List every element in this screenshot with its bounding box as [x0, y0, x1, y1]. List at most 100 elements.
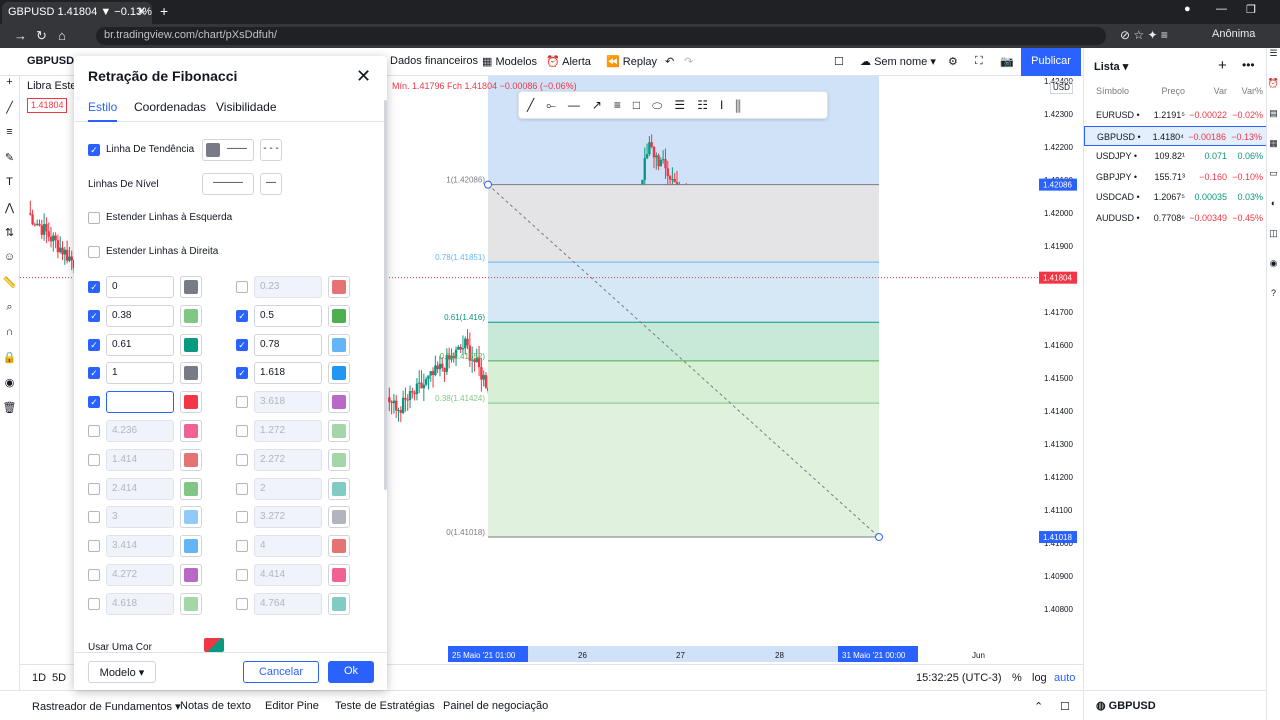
level-checkbox[interactable]	[236, 569, 248, 581]
streams-icon[interactable]: ◉	[1267, 258, 1280, 288]
level-checkbox[interactable]	[88, 569, 100, 581]
level-value-input[interactable]: 4.272	[106, 564, 174, 586]
level-value-input[interactable]: 0	[106, 276, 174, 298]
watchlist-row[interactable]: GBPJPY • 155.71³ −0.160 −0.10%	[1084, 167, 1267, 187]
zoom-icon[interactable]: ⌕	[0, 301, 19, 326]
level-color-swatch[interactable]	[328, 564, 350, 586]
new-tab-icon[interactable]: +	[160, 3, 168, 19]
dialog-scrollbar[interactable]	[384, 100, 387, 490]
forecast-icon[interactable]: ⇅	[0, 226, 19, 251]
hotlist-icon[interactable]: ▦	[1267, 138, 1280, 168]
text-icon[interactable]: I	[720, 98, 735, 112]
cancel-button[interactable]: Cancelar	[243, 661, 319, 683]
level-checkbox[interactable]	[88, 453, 100, 466]
maximize-panel-icon[interactable]: ☐	[1060, 700, 1070, 713]
level-checkbox[interactable]: ✓	[88, 281, 100, 293]
level-value-input[interactable]: 3.414	[106, 535, 174, 558]
forward-icon[interactable]: →	[14, 28, 27, 43]
tab-screener[interactable]: Rastreador de Fundamentos ▾	[32, 700, 181, 713]
level-checkbox[interactable]: ✓	[236, 309, 248, 322]
level-checkbox[interactable]	[88, 425, 100, 437]
add-symbol-icon[interactable]: +	[1218, 57, 1227, 74]
calendar-icon[interactable]: ▭	[1267, 168, 1280, 198]
alerts-icon[interactable]: ⏰	[1267, 78, 1280, 108]
redo-icon[interactable]: ↷	[684, 55, 693, 68]
percent-toggle[interactable]: %	[1012, 672, 1022, 684]
level-checkbox[interactable]: ✓	[88, 367, 100, 380]
level-color-swatch[interactable]	[180, 564, 202, 586]
watchlist-icon[interactable]: ☰	[1267, 48, 1280, 78]
level-color-swatch[interactable]	[328, 391, 350, 414]
data-window-icon[interactable]: ▤	[1267, 108, 1280, 138]
level-checkbox[interactable]: ✓	[88, 338, 100, 351]
watchlist-title[interactable]: Lista ▾	[1094, 60, 1128, 73]
crosshair-icon[interactable]: +	[0, 76, 19, 101]
level-color-swatch[interactable]	[180, 448, 202, 471]
level-value-input[interactable]: 0.61	[106, 333, 174, 356]
fib-channel-icon[interactable]: ☰	[674, 98, 697, 112]
level-color-swatch[interactable]	[328, 592, 350, 615]
level-value-input[interactable]: 4.414	[254, 564, 322, 586]
level-color-swatch[interactable]	[180, 333, 202, 356]
level-value-input[interactable]: 4	[254, 535, 322, 558]
level-value-input[interactable]: 4.618	[106, 592, 174, 615]
extension-icons[interactable]: ⊘ ☆ ✦ ≡	[1120, 28, 1168, 42]
tab-visibility[interactable]: Visibilidade	[216, 100, 277, 114]
level-checkbox[interactable]	[236, 453, 248, 466]
level-color-swatch[interactable]	[328, 276, 350, 298]
home-icon[interactable]: ⌂	[58, 28, 66, 43]
magnet-icon[interactable]: ∩	[0, 326, 19, 351]
level-color-swatch[interactable]	[180, 592, 202, 615]
trend-line-dash-button[interactable]: - - -	[260, 139, 282, 161]
col-price[interactable]: Preço	[1161, 86, 1185, 96]
volume-profile-icon[interactable]: ⫼	[735, 98, 753, 112]
arrow-tool-icon[interactable]: ↗	[592, 98, 614, 112]
col-symbol[interactable]: Símbolo	[1096, 86, 1129, 96]
level-value-input[interactable]: 0.23	[254, 276, 322, 298]
trash-icon[interactable]: 🗑	[0, 401, 19, 426]
settings-gear-icon[interactable]: ⚙	[948, 55, 958, 68]
level-color-swatch[interactable]	[328, 448, 350, 471]
level-checkbox[interactable]: ✓	[236, 338, 248, 351]
brush-icon[interactable]: ✎	[0, 151, 19, 176]
level-value-input[interactable]: 1	[106, 362, 174, 385]
col-change-pct[interactable]: Var%	[1242, 86, 1263, 96]
watchlist-row[interactable]: AUDUSD • 0.7708⁶ −0.00349 −0.45%	[1084, 208, 1267, 228]
level-checkbox[interactable]	[236, 511, 248, 524]
level-color-swatch[interactable]	[180, 276, 202, 298]
level-color-swatch[interactable]	[328, 535, 350, 558]
restore-icon[interactable]: ❐	[1246, 3, 1256, 16]
trend-line-style-button[interactable]: ——	[202, 139, 254, 161]
fullscreen-box-icon[interactable]: ☐	[834, 55, 844, 68]
undo-icon[interactable]: ↶	[665, 55, 674, 68]
watchlist-row[interactable]: EURUSD • 1.2191⁵ −0.00022 −0.02%	[1084, 105, 1267, 125]
level-color-swatch[interactable]	[180, 391, 202, 414]
level-color-swatch[interactable]	[180, 477, 202, 500]
collapse-panel-icon[interactable]: ⌃	[1034, 700, 1043, 713]
level-value-input[interactable]: 1.618	[254, 362, 322, 385]
fib-tool-icon[interactable]: ≡	[0, 126, 19, 151]
level-color-swatch[interactable]	[328, 362, 350, 385]
level-value-input[interactable]: 4.764	[254, 592, 322, 615]
level-color-swatch[interactable]	[328, 477, 350, 500]
level-color-swatch[interactable]	[180, 506, 202, 529]
tab-trading-panel[interactable]: Painel de negociação	[443, 700, 548, 712]
line-tool-icon[interactable]: ╱	[527, 98, 546, 112]
icons-tool-icon[interactable]: ☺	[0, 251, 19, 276]
profile-label[interactable]: Anônima	[1212, 28, 1255, 40]
level-value-input[interactable]: 2	[254, 477, 322, 500]
alert-button[interactable]: ⏰ Alerta	[546, 55, 591, 68]
tab-pine-editor[interactable]: Editor Pine	[265, 700, 319, 712]
one-color-swatch[interactable]	[204, 638, 224, 652]
level-checkbox[interactable]	[88, 540, 100, 553]
channel-icon[interactable]: ≡	[614, 98, 633, 112]
watchlist-row[interactable]: USDCAD • 1.2067⁵ 0.00035 0.03%	[1084, 187, 1267, 207]
level-checkbox[interactable]	[236, 396, 248, 409]
level-value-input[interactable]: 3.618	[254, 391, 322, 414]
lock-icon[interactable]: 🔒	[0, 351, 19, 376]
publish-button[interactable]: Publicar	[1021, 48, 1081, 76]
level-checkbox[interactable]	[236, 540, 248, 553]
financials-button[interactable]: Dados financeiros	[390, 55, 478, 67]
auto-toggle[interactable]: auto	[1054, 672, 1075, 684]
level-color-swatch[interactable]	[328, 333, 350, 356]
